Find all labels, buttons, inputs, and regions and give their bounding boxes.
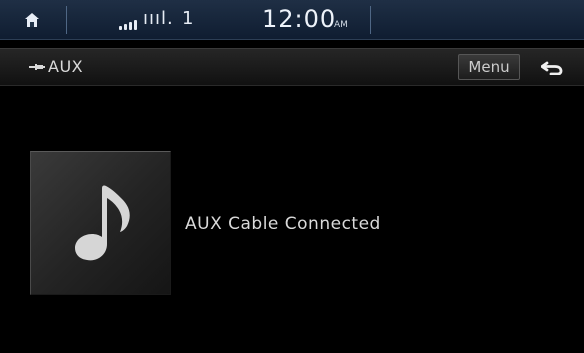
- home-icon: [25, 13, 39, 27]
- status-bar: ıııl. 1 12:00 AM: [0, 0, 584, 40]
- back-arrow-icon: [541, 61, 563, 75]
- signal-text: ıııl.: [143, 8, 174, 29]
- clock-time: 12:00: [262, 5, 337, 33]
- aux-screen: ıııl. 1 12:00 AM AUX Menu AUX Cable Conn…: [0, 0, 584, 353]
- clock-ampm: AM: [334, 20, 348, 30]
- home-button[interactable]: [14, 6, 50, 34]
- status-divider-right: [370, 6, 371, 34]
- music-note-icon: [75, 185, 130, 261]
- source-label: AUX: [48, 57, 84, 76]
- menu-button[interactable]: Menu: [458, 54, 520, 80]
- signal-icon: [119, 10, 137, 30]
- channel-number: 1: [182, 8, 194, 29]
- aux-main-panel: AUX Cable Connected: [0, 87, 584, 353]
- connection-status-text: AUX Cable Connected: [185, 214, 381, 234]
- aux-cable-icon: [29, 64, 45, 70]
- album-art: [30, 151, 171, 295]
- status-divider-left: [66, 6, 67, 34]
- back-button[interactable]: [525, 54, 579, 80]
- aux-header-bar: AUX Menu: [0, 48, 584, 86]
